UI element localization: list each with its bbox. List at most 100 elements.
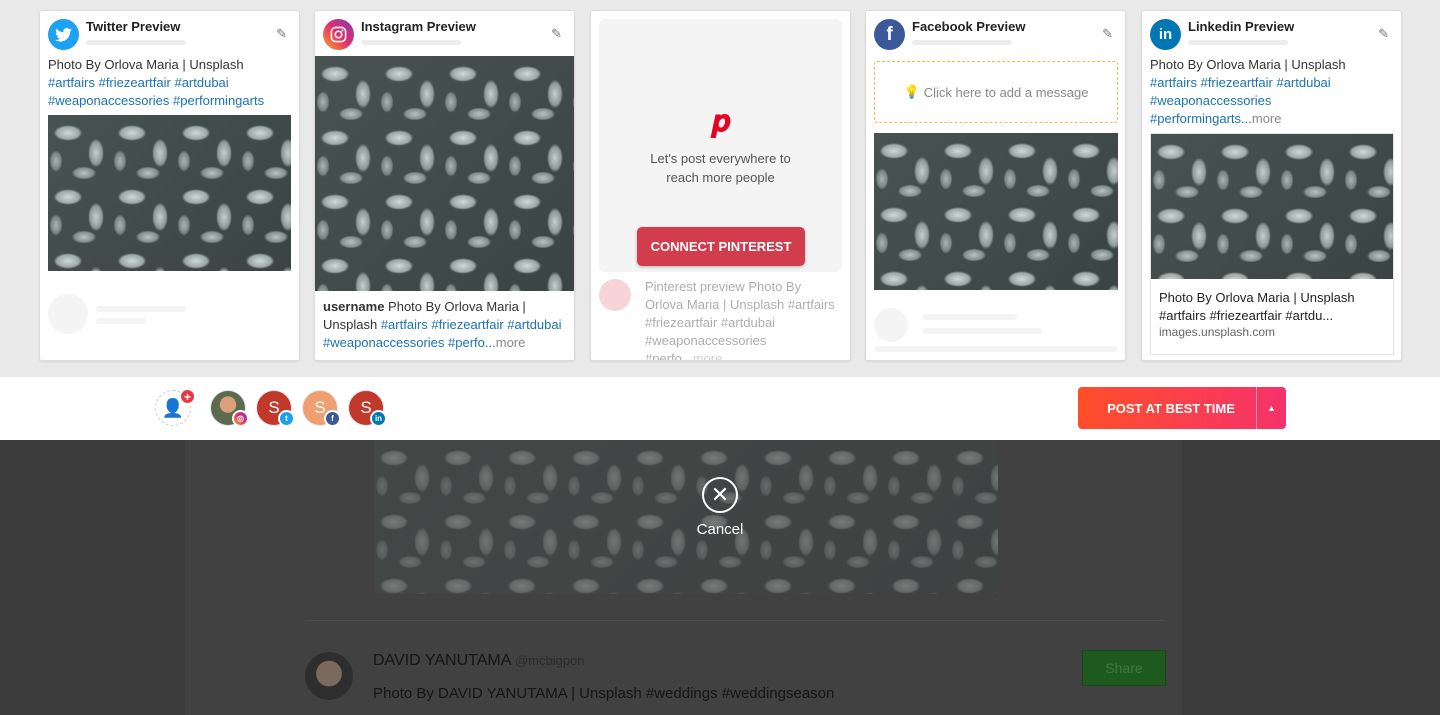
feed-author-name: DAVID YANUTAMA bbox=[373, 652, 511, 669]
ghost-line bbox=[922, 328, 1042, 334]
pinterest-ghost-avatar bbox=[599, 279, 631, 311]
linkedin-hashtag[interactable]: #performingarts... bbox=[1150, 111, 1252, 126]
twitter-preview-subtitle bbox=[86, 40, 186, 45]
twitter-hashtag[interactable]: #friezeartfair bbox=[99, 75, 171, 90]
twitter-hashtag[interactable]: #artfairs bbox=[48, 75, 95, 90]
facebook-preview-title: Facebook Preview bbox=[912, 19, 1026, 34]
twitter-hashtag[interactable]: #weaponaccessories bbox=[48, 93, 169, 108]
instagram-preview-subtitle bbox=[361, 40, 461, 45]
linkedin-preview-card: in Linkedin Preview ✎ Photo By Orlova Ma… bbox=[1141, 10, 1402, 361]
twitter-hashtag[interactable]: #performingarts bbox=[173, 93, 264, 108]
caret-up-icon[interactable]: ▲ bbox=[1256, 387, 1286, 429]
lightbulb-icon: 💡 bbox=[903, 84, 920, 99]
edit-pencil-icon[interactable]: ✎ bbox=[551, 26, 562, 42]
account-avatar-instagram[interactable]: ◎ bbox=[210, 390, 249, 427]
instagram-preview-header: Instagram Preview ✎ bbox=[323, 19, 566, 51]
linkedin-hashtag[interactable]: #artfairs bbox=[1150, 75, 1197, 90]
pinterest-prompt-line: Let's post everywhere to bbox=[650, 151, 791, 166]
feed-author-handle: @mcbigpon bbox=[514, 653, 585, 668]
linkedin-icon: in bbox=[1150, 19, 1181, 50]
twitter-icon bbox=[48, 19, 79, 50]
selected-photo bbox=[374, 440, 998, 594]
instagram-preview-image bbox=[315, 56, 574, 291]
instagram-badge-icon: ◎ bbox=[232, 410, 249, 427]
ghost-avatar bbox=[874, 308, 908, 342]
connect-pinterest-button[interactable]: CONNECT PINTEREST bbox=[637, 227, 805, 266]
twitter-preview-card: Twitter Preview ✎ Photo By Orlova Maria … bbox=[39, 10, 300, 361]
linkedin-preview-header: in Linkedin Preview ✎ bbox=[1150, 19, 1393, 51]
edit-pencil-icon[interactable]: ✎ bbox=[1102, 26, 1113, 42]
pinterest-preview-card: 𝒑 Let's post everywhere to reach more pe… bbox=[590, 10, 851, 361]
instagram-hashtag[interactable]: #artfairs bbox=[381, 317, 428, 332]
pinterest-preview-text: Pinterest preview Photo By Orlova Maria … bbox=[645, 278, 842, 361]
facebook-preview-card: f Facebook Preview ✎ 💡 Click here to add… bbox=[865, 10, 1126, 361]
facebook-message-input[interactable]: 💡 Click here to add a message bbox=[874, 61, 1118, 123]
cancel-button[interactable]: ✕ Cancel bbox=[695, 477, 745, 538]
twitter-preview-header: Twitter Preview ✎ bbox=[48, 19, 291, 51]
pinterest-more-link: more bbox=[692, 351, 723, 361]
linkedin-link-title: Photo By Orlova Maria | Unsplash #artfai… bbox=[1159, 290, 1355, 323]
instagram-preview-card: Instagram Preview ✎ username Photo By Or… bbox=[314, 10, 575, 361]
instagram-hashtag[interactable]: #friezeartfair bbox=[431, 317, 503, 332]
twitter-preview-title: Twitter Preview bbox=[86, 19, 181, 34]
linkedin-more-link[interactable]: more bbox=[1252, 111, 1282, 126]
post-at-best-time-button[interactable]: POST AT BEST TIME ▲ bbox=[1078, 387, 1286, 429]
account-avatar-facebook[interactable]: S f bbox=[302, 390, 341, 427]
instagram-username: username bbox=[323, 299, 385, 314]
edit-pencil-icon[interactable]: ✎ bbox=[276, 26, 287, 42]
facebook-icon: f bbox=[874, 19, 905, 50]
ghost-line bbox=[922, 314, 1017, 320]
facebook-message-placeholder: Click here to add a message bbox=[923, 84, 1089, 100]
facebook-preview-subtitle bbox=[912, 40, 1012, 45]
linkedin-hashtag[interactable]: #friezeartfair bbox=[1201, 75, 1273, 90]
instagram-hashtag[interactable]: #artdubai bbox=[507, 317, 561, 332]
twitter-caption: Photo By Orlova Maria | Unsplash bbox=[48, 57, 244, 72]
facebook-preview-header: f Facebook Preview ✎ bbox=[874, 19, 1117, 51]
pinterest-prompt-line: reach more people bbox=[666, 170, 775, 185]
linkedin-preview-text: Photo By Orlova Maria | Unsplash #artfai… bbox=[1150, 56, 1393, 128]
edit-pencil-icon[interactable]: ✎ bbox=[1378, 26, 1389, 42]
feed-post-text: Photo By DAVID YANUTAMA | Unsplash #wedd… bbox=[373, 685, 835, 702]
ghost-avatar bbox=[48, 294, 88, 334]
instagram-preview-text: username Photo By Orlova Maria | Unsplas… bbox=[323, 298, 566, 352]
twitter-hashtag[interactable]: #artdubai bbox=[174, 75, 228, 90]
instagram-preview-title: Instagram Preview bbox=[361, 19, 476, 34]
linkedin-badge-icon: in bbox=[370, 410, 387, 427]
ghost-line bbox=[96, 318, 146, 324]
instagram-hashtag[interactable]: #weaponaccessories bbox=[323, 335, 444, 350]
plus-icon: + bbox=[179, 388, 196, 405]
pinterest-preview-caption: Pinterest preview Photo By Orlova Maria … bbox=[645, 279, 835, 361]
feed-author-avatar bbox=[305, 652, 353, 700]
twitter-preview-text: Photo By Orlova Maria | Unsplash #artfai… bbox=[48, 56, 291, 110]
facebook-badge-icon: f bbox=[324, 410, 341, 427]
instagram-hashtag[interactable]: #perfo... bbox=[448, 335, 496, 350]
linkedin-preview-subtitle bbox=[1188, 40, 1288, 45]
linkedin-link-domain: images.unsplash.com bbox=[1159, 325, 1276, 339]
pinterest-icon: 𝒑 bbox=[711, 104, 730, 139]
account-avatar-twitter[interactable]: S t bbox=[256, 390, 295, 427]
preview-panel: Twitter Preview ✎ Photo By Orlova Maria … bbox=[0, 0, 1440, 377]
instagram-icon bbox=[323, 19, 354, 50]
facebook-ghost-placeholder bbox=[874, 300, 1118, 360]
twitter-preview-image bbox=[48, 115, 291, 271]
action-bar: 👤 + ◎ S t S f S in POST AT BEST TIME ▲ bbox=[0, 377, 1440, 440]
twitter-badge-icon: t bbox=[278, 410, 295, 427]
add-account-button[interactable]: 👤 + bbox=[155, 388, 196, 426]
linkedin-caption: Photo By Orlova Maria | Unsplash bbox=[1150, 57, 1346, 72]
linkedin-preview-image bbox=[1151, 134, 1393, 279]
twitter-ghost-placeholder bbox=[48, 280, 291, 360]
linkedin-hashtag[interactable]: #weaponaccessories bbox=[1150, 93, 1271, 108]
share-button[interactable]: Share bbox=[1082, 650, 1166, 686]
account-avatar-linkedin[interactable]: S in bbox=[348, 390, 387, 427]
cancel-label: Cancel bbox=[696, 521, 744, 538]
feed-author-line: DAVID YANUTAMA @mcbigpon bbox=[373, 652, 585, 670]
close-icon: ✕ bbox=[702, 477, 738, 513]
post-button-label: POST AT BEST TIME bbox=[1107, 400, 1235, 416]
ghost-line bbox=[96, 306, 186, 312]
pinterest-connect-prompt: 𝒑 Let's post everywhere to reach more pe… bbox=[599, 105, 842, 187]
instagram-more-link[interactable]: more bbox=[496, 335, 526, 350]
linkedin-preview-title: Linkedin Preview bbox=[1188, 19, 1295, 34]
linkedin-hashtag[interactable]: #artdubai bbox=[1276, 75, 1330, 90]
facebook-preview-image bbox=[874, 133, 1118, 290]
feed-divider bbox=[305, 620, 1165, 621]
